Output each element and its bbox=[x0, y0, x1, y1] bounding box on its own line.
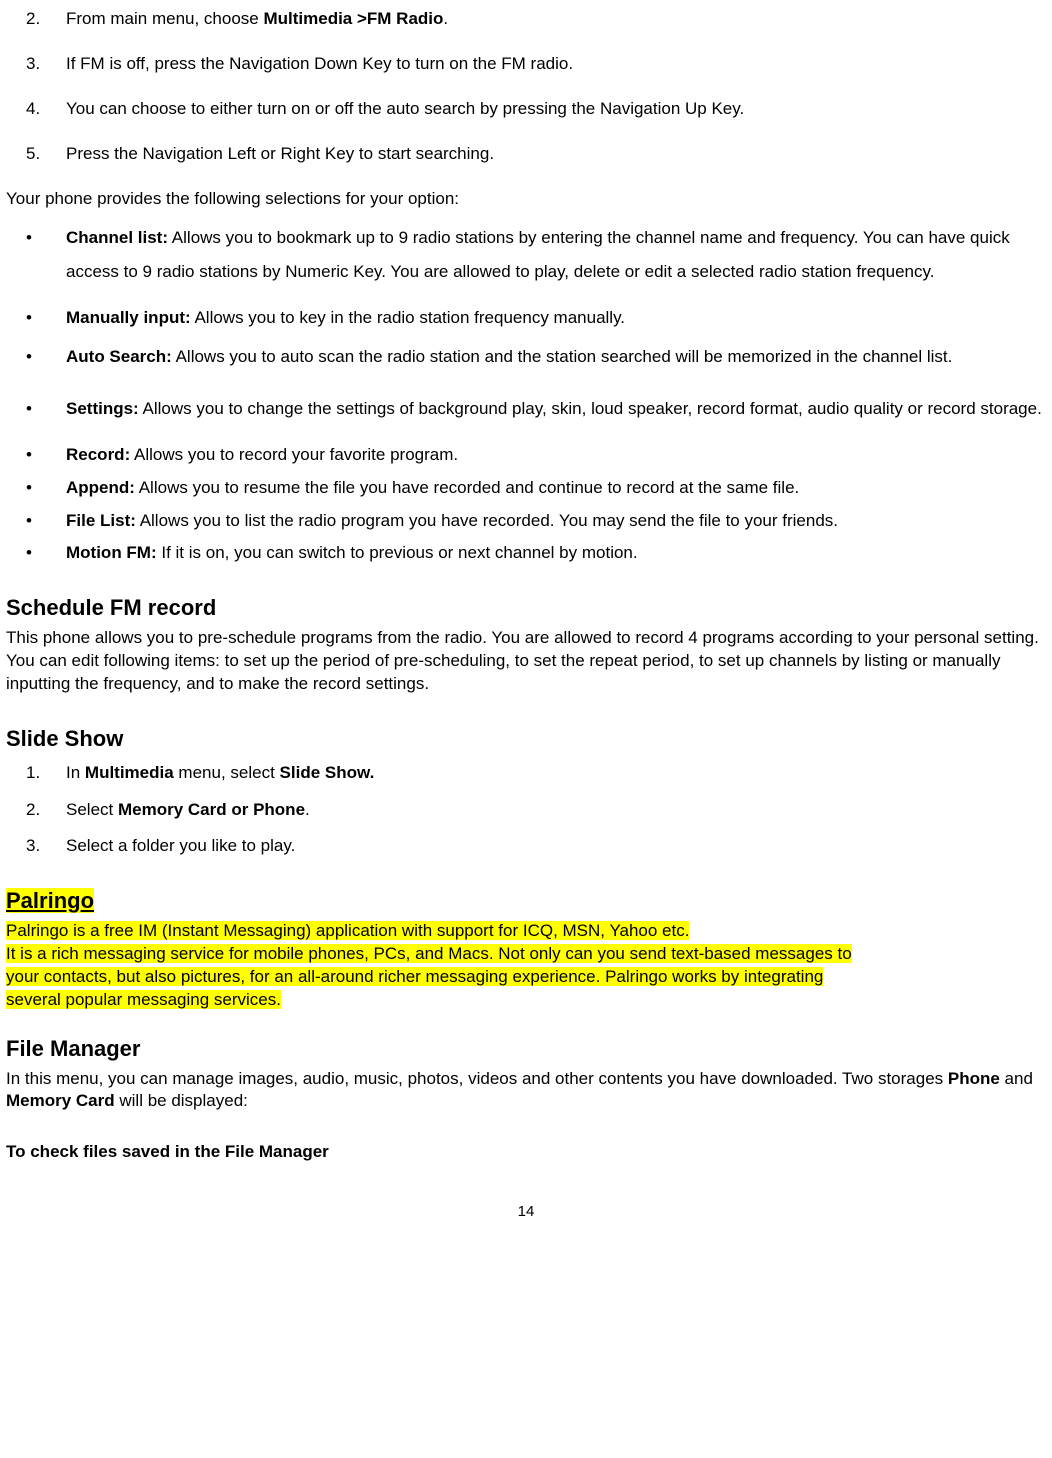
fm-body-post: will be displayed: bbox=[115, 1091, 248, 1110]
document-page: 2.From main menu, choose Multimedia >FM … bbox=[0, 8, 1052, 1243]
fm-bold2: Memory Card bbox=[6, 1091, 115, 1110]
list-text: Press the Navigation Left or Right Key t… bbox=[66, 144, 494, 163]
list-text: You can choose to either turn on or off … bbox=[66, 99, 744, 118]
option-text: If it is on, you can switch to previous … bbox=[157, 543, 638, 562]
bullet-icon: • bbox=[46, 477, 66, 500]
option-text: Allows you to list the radio program you… bbox=[136, 511, 838, 530]
fm-and: and bbox=[1000, 1069, 1033, 1088]
file-manager-heading: File Manager bbox=[6, 1034, 1046, 1064]
bullet-icon: • bbox=[46, 340, 66, 374]
list-number: 3. bbox=[46, 835, 66, 858]
slide-show-heading: Slide Show bbox=[6, 724, 1046, 754]
list-number: 3. bbox=[46, 53, 66, 76]
option-label: File List: bbox=[66, 511, 136, 530]
page-number: 14 bbox=[6, 1202, 1046, 1222]
fm-radio-steps-list: 2.From main menu, choose Multimedia >FM … bbox=[6, 8, 1046, 166]
option-label: Channel list: bbox=[66, 228, 168, 247]
file-manager-body: In this menu, you can manage images, aud… bbox=[6, 1068, 1046, 1114]
list-item: 1.In Multimedia menu, select Slide Show. bbox=[46, 762, 1046, 785]
bullet-icon: • bbox=[46, 392, 66, 426]
list-number: 2. bbox=[46, 799, 66, 822]
list-item: •Motion FM: If it is on, you can switch … bbox=[46, 542, 1046, 565]
slide-show-steps-list: 1.In Multimedia menu, select Slide Show.… bbox=[6, 762, 1046, 859]
option-text: Allows you to record your favorite progr… bbox=[130, 445, 458, 464]
list-text-bold: Multimedia bbox=[85, 763, 174, 782]
palringo-heading-wrap: Palringo bbox=[6, 886, 1046, 916]
bullet-icon: • bbox=[46, 542, 66, 565]
list-text: If FM is off, press the Navigation Down … bbox=[66, 54, 573, 73]
option-text: Allows you to key in the radio station f… bbox=[191, 308, 625, 327]
list-item: •Manually input: Allows you to key in th… bbox=[46, 307, 1046, 330]
palringo-line2b: your contacts, but also pictures, for an… bbox=[6, 967, 823, 986]
list-text: Select a folder you like to play. bbox=[66, 836, 295, 855]
option-label: Record: bbox=[66, 445, 130, 464]
list-text-suffix: . bbox=[443, 9, 448, 28]
bullet-icon: • bbox=[46, 221, 66, 255]
list-text-prefix: Select bbox=[66, 800, 118, 819]
list-item: 5.Press the Navigation Left or Right Key… bbox=[46, 143, 1046, 166]
list-text-prefix: From main menu, choose bbox=[66, 9, 263, 28]
schedule-fm-record-body: This phone allows you to pre-schedule pr… bbox=[6, 627, 1046, 696]
fm-body-pre: In this menu, you can manage images, aud… bbox=[6, 1069, 948, 1088]
list-text-bold: Slide Show. bbox=[280, 763, 375, 782]
palringo-line2a: It is a rich messaging service for mobil… bbox=[6, 944, 852, 963]
palringo-heading: Palringo bbox=[6, 888, 94, 913]
list-text-bold: Multimedia >FM Radio bbox=[263, 9, 443, 28]
list-item: 3.Select a folder you like to play. bbox=[46, 835, 1046, 858]
bullet-icon: • bbox=[46, 510, 66, 533]
list-text-bold: Memory Card or Phone bbox=[118, 800, 305, 819]
list-item: 3.If FM is off, press the Navigation Dow… bbox=[46, 53, 1046, 76]
list-item: •Channel list: Allows you to bookmark up… bbox=[46, 221, 1046, 289]
list-item: •File List: Allows you to list the radio… bbox=[46, 510, 1046, 533]
option-label: Settings: bbox=[66, 399, 139, 418]
option-text: Allows you to auto scan the radio statio… bbox=[172, 347, 953, 366]
palringo-line2c: several popular messaging services. bbox=[6, 990, 281, 1009]
option-label: Auto Search: bbox=[66, 347, 172, 366]
list-text-prefix: In bbox=[66, 763, 85, 782]
list-item: 2.From main menu, choose Multimedia >FM … bbox=[46, 8, 1046, 31]
schedule-fm-record-heading: Schedule FM record bbox=[6, 593, 1046, 623]
palringo-line1: Palringo is a free IM (Instant Messaging… bbox=[6, 921, 689, 940]
list-text-mid: menu, select bbox=[174, 763, 280, 782]
option-label: Manually input: bbox=[66, 308, 191, 327]
options-list: •Channel list: Allows you to bookmark up… bbox=[6, 221, 1046, 566]
fm-bold1: Phone bbox=[948, 1069, 1000, 1088]
list-item: •Auto Search: Allows you to auto scan th… bbox=[46, 340, 1046, 374]
list-number: 5. bbox=[46, 143, 66, 166]
palringo-body: Palringo is a free IM (Instant Messaging… bbox=[6, 920, 1046, 1012]
list-text-suffix: . bbox=[305, 800, 310, 819]
option-text: Allows you to bookmark up to 9 radio sta… bbox=[66, 228, 1010, 281]
list-item: 2.Select Memory Card or Phone. bbox=[46, 799, 1046, 822]
list-item: •Settings: Allows you to change the sett… bbox=[46, 392, 1046, 426]
list-item: •Record: Allows you to record your favor… bbox=[46, 444, 1046, 467]
bullet-icon: • bbox=[46, 307, 66, 330]
option-text: Allows you to change the settings of bac… bbox=[139, 399, 1042, 418]
list-number: 1. bbox=[46, 762, 66, 785]
list-number: 2. bbox=[46, 8, 66, 31]
option-label: Motion FM: bbox=[66, 543, 157, 562]
bullet-icon: • bbox=[46, 444, 66, 467]
list-number: 4. bbox=[46, 98, 66, 121]
list-item: 4.You can choose to either turn on or of… bbox=[46, 98, 1046, 121]
option-text: Allows you to resume the file you have r… bbox=[135, 478, 799, 497]
list-item: •Append: Allows you to resume the file y… bbox=[46, 477, 1046, 500]
option-label: Append: bbox=[66, 478, 135, 497]
options-intro-paragraph: Your phone provides the following select… bbox=[6, 188, 1046, 211]
check-files-subheading: To check files saved in the File Manager bbox=[6, 1141, 1046, 1164]
